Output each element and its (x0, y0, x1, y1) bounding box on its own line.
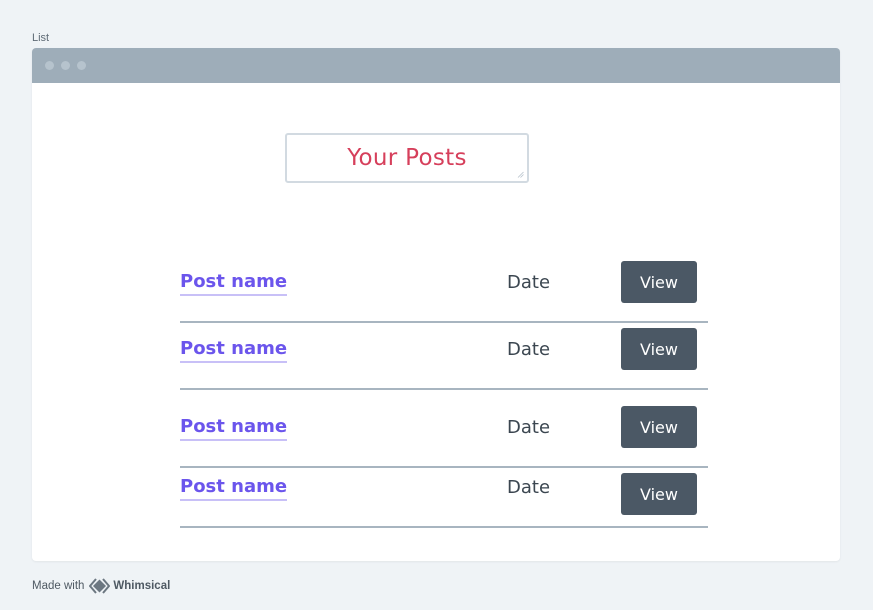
post-date: Date (507, 417, 551, 438)
post-date: Date (507, 272, 551, 293)
window-titlebar (32, 48, 840, 83)
whimsical-logo-icon (89, 578, 111, 594)
view-button[interactable]: View (621, 406, 697, 448)
post-name-link[interactable]: Post name (180, 271, 288, 296)
post-date: Date (507, 339, 551, 360)
made-with-footer[interactable]: Made with Whimsical (32, 578, 170, 594)
post-name-link[interactable]: Post name (180, 416, 288, 441)
made-with-label: Made with (32, 580, 85, 592)
browser-window: Your Posts Post name Date View Post name… (32, 48, 840, 561)
frame-label: List (32, 32, 50, 44)
post-name-link[interactable]: Post name (180, 476, 288, 501)
view-button[interactable]: View (621, 261, 697, 303)
resize-grip-icon (517, 171, 524, 178)
row-divider (180, 526, 708, 528)
post-date: Date (507, 477, 551, 498)
window-dot-icon (61, 61, 70, 70)
window-dot-icon (45, 61, 54, 70)
window-dot-icon (77, 61, 86, 70)
post-name-link[interactable]: Post name (180, 338, 288, 363)
row-divider (180, 321, 708, 323)
view-button[interactable]: View (621, 328, 697, 370)
row-divider (180, 466, 708, 468)
whimsical-brand-label: Whimsical (113, 580, 171, 592)
post-row: Post name Date View (180, 406, 708, 448)
post-row: Post name Date View (180, 261, 708, 303)
row-divider (180, 388, 708, 390)
page-title: Your Posts (347, 145, 467, 171)
page-title-box[interactable]: Your Posts (285, 133, 529, 183)
view-button[interactable]: View (621, 473, 697, 515)
post-row: Post name Date View (180, 473, 708, 515)
post-row: Post name Date View (180, 328, 708, 370)
